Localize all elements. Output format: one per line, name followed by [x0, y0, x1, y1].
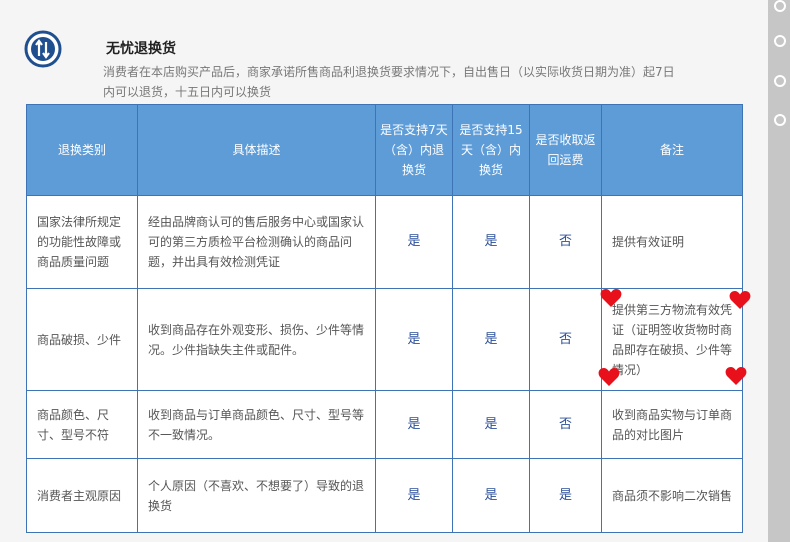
- return-arrows-icon: [24, 30, 62, 68]
- category-cell: 商品颜色、尺寸、型号不符: [26, 390, 138, 459]
- exchange-15day-cell: 是: [452, 390, 530, 459]
- return-policy-table: 退换类别 具体描述 是否支持7天（含）内退换货 是否支持15天（含）内换货 是否…: [26, 104, 743, 533]
- table-row: 消费者主观原因 个人原因（不喜欢、不想要了）导致的退换货 是 是 是 商品须不影…: [26, 458, 743, 533]
- column-header: 具体描述: [137, 104, 376, 196]
- table-row: 商品破损、少件 收到商品存在外观变形、损伤、少件等情况。少件指缺失主件或配件。 …: [26, 288, 743, 391]
- column-header: 是否收取返回运费: [529, 104, 602, 196]
- note-cell: 提供第三方物流有效凭证（证明签收货物时商品即存在破损、少件等情况）: [601, 288, 743, 391]
- exchange-15day-cell: 是: [452, 458, 530, 533]
- table-header-row: 退换类别 具体描述 是否支持7天（含）内退换货 是否支持15天（含）内换货 是否…: [26, 104, 743, 196]
- column-header: 是否支持7天（含）内退换货: [375, 104, 453, 196]
- table-row: 国家法律所规定的功能性故障或商品质量问题 经由品牌商认可的售后服务中心或国家认可…: [26, 195, 743, 289]
- exchange-15day-cell: 是: [452, 288, 530, 391]
- nav-dot[interactable]: [774, 114, 786, 126]
- note-cell: 提供有效证明: [601, 195, 743, 289]
- shipping-fee-cell: 否: [529, 390, 602, 459]
- table-row: 商品颜色、尺寸、型号不符 收到商品与订单商品颜色、尺寸、型号等不一致情况。 是 …: [26, 390, 743, 459]
- category-cell: 消费者主观原因: [26, 458, 138, 533]
- section-description: 消费者在本店购买产品后，商家承诺所售商品利退换货要求情况下，自出售日（以实际收货…: [103, 65, 675, 99]
- section-title: 无忧退换货: [106, 41, 176, 57]
- nav-dot[interactable]: [774, 35, 786, 47]
- return-7day-cell: 是: [375, 195, 453, 289]
- page: 无忧退换货 消费者在本店购买产品后，商家承诺所售商品利退换货要求情况下，自出售日…: [0, 0, 768, 542]
- shipping-fee-cell: 否: [529, 195, 602, 289]
- nav-dot[interactable]: [774, 0, 786, 12]
- note-cell: 收到商品实物与订单商品的对比图片: [601, 390, 743, 459]
- return-7day-cell: 是: [375, 390, 453, 459]
- column-header: 是否支持15天（含）内换货: [452, 104, 530, 196]
- nav-dot[interactable]: [774, 75, 786, 87]
- category-cell: 国家法律所规定的功能性故障或商品质量问题: [26, 195, 138, 289]
- description-cell: 经由品牌商认可的售后服务中心或国家认可的第三方质检平台检测确认的商品问题，并出具…: [137, 195, 376, 289]
- description-cell: 收到商品与订单商品颜色、尺寸、型号等不一致情况。: [137, 390, 376, 459]
- heart-icon: [598, 368, 620, 386]
- column-header: 备注: [601, 104, 743, 196]
- return-7day-cell: 是: [375, 288, 453, 391]
- sidebar-strip: [768, 0, 790, 542]
- column-header: 退换类别: [26, 104, 138, 196]
- description-cell: 收到商品存在外观变形、损伤、少件等情况。少件指缺失主件或配件。: [137, 288, 376, 391]
- exchange-15day-cell: 是: [452, 195, 530, 289]
- heart-icon: [725, 367, 747, 385]
- description-cell: 个人原因（不喜欢、不想要了）导致的退换货: [137, 458, 376, 533]
- category-cell: 商品破损、少件: [26, 288, 138, 391]
- shipping-fee-cell: 是: [529, 458, 602, 533]
- shipping-fee-cell: 否: [529, 288, 602, 391]
- note-cell: 商品须不影响二次销售: [601, 458, 743, 533]
- heart-icon: [600, 289, 622, 307]
- return-7day-cell: 是: [375, 458, 453, 533]
- heart-icon: [729, 291, 751, 309]
